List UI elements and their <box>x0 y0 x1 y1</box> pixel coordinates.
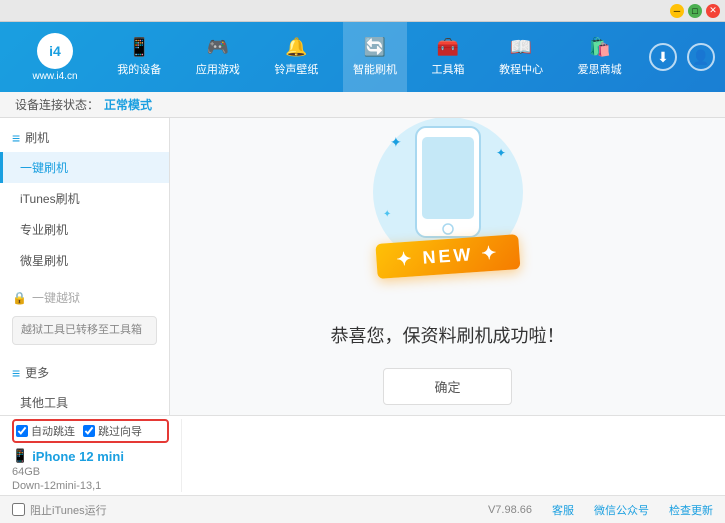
maximize-button[interactable]: □ <box>688 4 702 18</box>
main-content: ≡ 刷机 一键刷机 iTunes刷机 专业刷机 微星刷机 🔒 一键越狱 <box>0 118 725 415</box>
nav-tutorials-label: 教程中心 <box>499 61 543 77</box>
status-value: 正常模式 <box>104 96 152 113</box>
flash-group-label: 刷机 <box>25 129 49 146</box>
success-message: 恭喜您，保资料刷机成功啦！ <box>331 322 565 348</box>
footer-right: V7.98.66 客服 微信公众号 检查更新 <box>488 502 713 518</box>
more-group-label: 更多 <box>25 364 49 381</box>
nav-apps-games-label: 应用游戏 <box>196 61 240 77</box>
jailbreak-label: 一键越狱 <box>32 289 80 306</box>
svg-text:✦: ✦ <box>383 209 391 220</box>
skip-wizard-checkbox-label[interactable]: 跳过向导 <box>83 423 142 439</box>
sidebar-item-pro-flash[interactable]: 专业刷机 <box>0 214 169 245</box>
checkbox-row: 自动跳连 跳过向导 <box>16 423 165 439</box>
apps-games-icon: 🎮 <box>207 37 229 58</box>
notice-text: 越狱工具已转移至工具箱 <box>21 324 142 336</box>
sidebar-item-itunes-flash[interactable]: iTunes刷机 <box>0 183 169 214</box>
nav-toolbox[interactable]: 🧰 工具箱 <box>422 22 475 92</box>
nav-items: 📱 我的设备 🎮 应用游戏 🔔 铃声壁纸 🔄 智能刷机 🧰 工具箱 📖 <box>100 22 639 92</box>
customer-service-link[interactable]: 客服 <box>552 502 574 518</box>
logo-text: www.i4.cn <box>32 71 77 82</box>
new-badge-text: ✦ NEW ✦ <box>395 242 499 269</box>
toolbox-icon: 🧰 <box>437 37 459 58</box>
success-illustration: ✦ ✦ ✦ ✦ NEW ✦ <box>348 118 548 302</box>
auto-connect-checkbox-label[interactable]: 自动跳连 <box>16 423 75 439</box>
download-button[interactable]: ⬇ <box>649 43 677 71</box>
jailbreak-notice: 越狱工具已转移至工具箱 <box>12 316 157 345</box>
sidebar-item-one-click-flash[interactable]: 一键刷机 <box>0 152 169 183</box>
my-device-icon: 📱 <box>128 37 150 58</box>
sidebar: ≡ 刷机 一键刷机 iTunes刷机 专业刷机 微星刷机 🔒 一键越狱 <box>0 118 170 415</box>
sidebar-item-other-tools[interactable]: 其他工具 <box>0 387 169 415</box>
block-itunes-checkbox[interactable] <box>12 503 25 516</box>
lock-icon: 🔒 <box>12 291 27 305</box>
logo-area: i4 www.i4.cn <box>10 33 100 82</box>
wechat-link[interactable]: 微信公众号 <box>594 502 649 518</box>
title-bar: ─ □ ✕ <box>0 0 725 22</box>
nav-my-device-label: 我的设备 <box>117 61 161 77</box>
bottom-left: 自动跳连 跳过向导 📱 iPhone 12 mini 64GB Down-12m… <box>12 419 182 492</box>
flash-group-icon: ≡ <box>12 130 20 146</box>
close-button[interactable]: ✕ <box>706 4 720 18</box>
status-bar: 设备连接状态： 正常模式 <box>0 92 725 118</box>
device-storage: 64GB <box>12 466 169 478</box>
nav-smart-flash[interactable]: 🔄 智能刷机 <box>343 22 407 92</box>
nav-tutorials[interactable]: 📖 教程中心 <box>489 22 553 92</box>
ringtones-icon: 🔔 <box>285 37 307 58</box>
tutorials-icon: 📖 <box>510 37 532 58</box>
update-link[interactable]: 检查更新 <box>669 502 713 518</box>
nav-smart-flash-label: 智能刷机 <box>353 61 397 77</box>
bottom-footer: 阻止iTunes运行 V7.98.66 客服 微信公众号 检查更新 <box>0 495 725 523</box>
skip-wizard-checkbox[interactable] <box>83 425 95 437</box>
pro-flash-label: 专业刷机 <box>20 221 68 238</box>
device-info: 📱 iPhone 12 mini 64GB Down-12mini-13,1 <box>12 448 169 492</box>
nav-ringtones-label: 铃声壁纸 <box>274 61 318 77</box>
auto-connect-checkbox[interactable] <box>16 425 28 437</box>
skip-wizard-label: 跳过向导 <box>98 423 142 439</box>
smart-flash-icon: 🔄 <box>364 37 386 58</box>
app-container: i4 www.i4.cn 📱 我的设备 🎮 应用游戏 🔔 铃声壁纸 🔄 智能刷机 <box>0 22 725 523</box>
one-click-flash-label: 一键刷机 <box>20 159 68 176</box>
nav-apps-games[interactable]: 🎮 应用游戏 <box>186 22 250 92</box>
itunes-flash-label: iTunes刷机 <box>20 190 80 207</box>
status-label: 设备连接状态： <box>15 96 99 113</box>
more-group-icon: ≡ <box>12 365 20 381</box>
nav-shop-label: 爱思商城 <box>578 61 622 77</box>
checkbox-group: 自动跳连 跳过向导 <box>12 419 169 443</box>
sidebar-group-jailbreak: 🔒 一键越狱 <box>0 284 169 311</box>
footer-left: 阻止iTunes运行 <box>12 502 107 518</box>
nav-right: ⬇ 👤 <box>649 43 715 71</box>
sidebar-group-flash: ≡ 刷机 <box>0 123 169 152</box>
shop-icon: 🛍️ <box>588 37 610 58</box>
device-name: 📱 iPhone 12 mini <box>12 448 169 464</box>
window-controls: ─ □ ✕ <box>670 4 720 18</box>
other-tools-label: 其他工具 <box>20 394 68 411</box>
logo-letter: i4 <box>49 43 61 59</box>
version-label: V7.98.66 <box>488 504 532 516</box>
bottom-bar: 自动跳连 跳过向导 📱 iPhone 12 mini 64GB Down-12m… <box>0 415 725 495</box>
user-button[interactable]: 👤 <box>687 43 715 71</box>
minimize-button[interactable]: ─ <box>670 4 684 18</box>
svg-text:✦: ✦ <box>390 134 402 150</box>
sidebar-group-more: ≡ 更多 <box>0 358 169 387</box>
micro-flash-label: 微星刷机 <box>20 252 68 269</box>
nav-ringtones[interactable]: 🔔 铃声壁纸 <box>264 22 328 92</box>
center-content: ✦ ✦ ✦ ✦ NEW ✦ 恭喜您，保资料刷机成功啦！ 确定 查看日志 <box>170 118 725 415</box>
nav-toolbox-label: 工具箱 <box>432 61 465 77</box>
confirm-button[interactable]: 确定 <box>383 368 511 405</box>
block-itunes-label: 阻止iTunes运行 <box>30 502 107 518</box>
device-model: Down-12mini-13,1 <box>12 480 169 492</box>
nav-my-device[interactable]: 📱 我的设备 <box>107 22 171 92</box>
auto-connect-label: 自动跳连 <box>31 423 75 439</box>
nav-shop[interactable]: 🛍️ 爱思商城 <box>568 22 632 92</box>
svg-text:✦: ✦ <box>496 146 506 160</box>
header: i4 www.i4.cn 📱 我的设备 🎮 应用游戏 🔔 铃声壁纸 🔄 智能刷机 <box>0 22 725 92</box>
logo-circle: i4 <box>37 33 73 69</box>
sidebar-item-micro-flash[interactable]: 微星刷机 <box>0 245 169 276</box>
phone-small-icon: 📱 <box>12 448 28 464</box>
